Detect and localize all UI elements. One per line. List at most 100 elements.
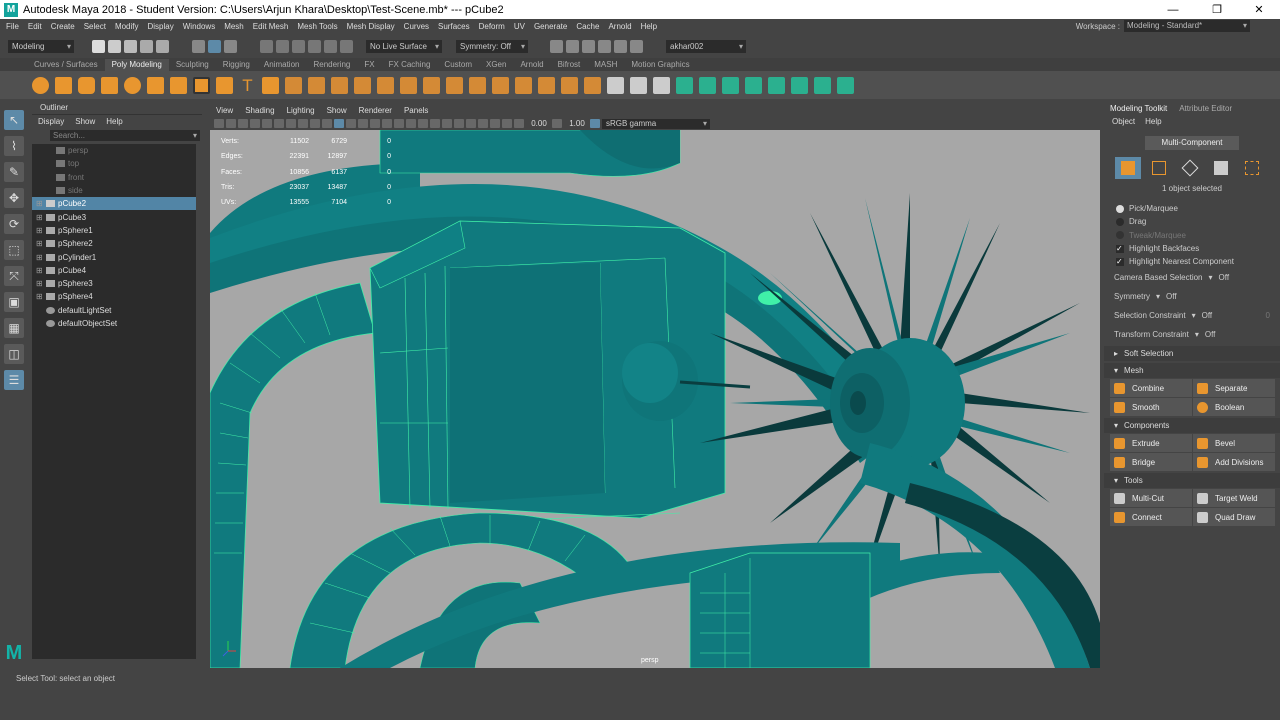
outliner-search-input[interactable]: Search... (50, 130, 200, 141)
expand-icon[interactable]: ⊞ (36, 292, 46, 301)
pause-icon[interactable] (630, 39, 643, 53)
menu-display[interactable]: Display (148, 22, 174, 31)
film-gate-icon[interactable] (274, 119, 284, 128)
uv-cylindrical-icon[interactable] (699, 76, 716, 94)
exposure-value[interactable]: 0.00 (526, 119, 552, 128)
shelf-tab-arnold[interactable]: Arnold (513, 59, 550, 71)
menu-uv[interactable]: UV (514, 22, 525, 31)
texture-paint-icon[interactable] (837, 76, 854, 94)
boolean-button[interactable]: Boolean (1193, 398, 1275, 417)
menu-surfaces[interactable]: Surfaces (438, 22, 470, 31)
menu-select[interactable]: Select (84, 22, 106, 31)
outliner-item-pcube4[interactable]: ⊞ pCube4 (32, 264, 196, 277)
reduce-icon[interactable] (400, 76, 417, 94)
outliner-item-psphere4[interactable]: ⊞ pSphere4 (32, 290, 196, 303)
show-manipulator-icon[interactable]: ⤧ (4, 266, 24, 286)
outliner-menu-show[interactable]: Show (75, 117, 95, 126)
textured-icon[interactable] (382, 119, 392, 128)
shelf-tab-mash[interactable]: MASH (587, 59, 624, 71)
snap-grid-icon[interactable] (260, 39, 273, 53)
shelf-tab-sculpting[interactable]: Sculpting (169, 59, 216, 71)
combine-button[interactable]: Combine (1110, 379, 1192, 398)
highlight-nearest-checkbox[interactable]: ✓ Highlight Nearest Component (1104, 255, 1280, 268)
outliner-menu-display[interactable]: Display (38, 117, 64, 126)
view-transform-dropdown[interactable]: sRGB gamma (602, 118, 710, 129)
snap-view-icon[interactable] (308, 39, 321, 53)
paint-select-tool-icon[interactable]: ✎ (4, 162, 24, 182)
mesh-section[interactable]: ▾ Mesh (1104, 363, 1280, 379)
wireframe-icon[interactable] (334, 119, 344, 128)
image-plane-icon[interactable] (250, 119, 260, 128)
combine-icon[interactable] (285, 76, 302, 94)
menuset-dropdown[interactable]: Modeling (8, 39, 74, 53)
edge-mode-icon[interactable] (1177, 157, 1203, 179)
undo-icon[interactable] (140, 39, 153, 53)
extract-icon[interactable] (331, 76, 348, 94)
poly-torus-icon[interactable] (124, 76, 141, 94)
four-view-layout-icon[interactable]: ▦ (4, 318, 24, 338)
safe-action-icon[interactable] (322, 119, 332, 128)
live-surface-dropdown[interactable]: No Live Surface (366, 39, 442, 53)
resolution-gate-icon[interactable] (286, 119, 296, 128)
select-object-icon[interactable] (208, 39, 221, 53)
outliner-item-psphere2[interactable]: ⊞ pSphere2 (32, 237, 196, 250)
smooth-button[interactable]: Smooth (1110, 398, 1192, 417)
components-section[interactable]: ▾ Components (1104, 418, 1280, 434)
viewport-menu-shading[interactable]: Shading (245, 106, 274, 115)
target-weld-icon[interactable] (584, 76, 601, 94)
bevel-icon[interactable] (492, 76, 509, 94)
menu-generate[interactable]: Generate (534, 22, 567, 31)
minimize-button[interactable]: — (1152, 0, 1194, 19)
svg-icon[interactable] (262, 76, 279, 94)
soft-selection-section[interactable]: ▸ Soft Selection (1104, 346, 1280, 362)
expand-icon[interactable]: ⊞ (36, 199, 46, 208)
expand-icon[interactable]: ⊞ (36, 226, 46, 235)
two-view-layout-icon[interactable]: ◫ (4, 344, 24, 364)
menu-cache[interactable]: Cache (576, 22, 599, 31)
select-camera-icon[interactable] (214, 119, 224, 128)
bridge-icon[interactable] (446, 76, 463, 94)
append-poly-icon[interactable] (538, 76, 555, 94)
menu-mesh-tools[interactable]: Mesh Tools (297, 22, 337, 31)
bevel-button[interactable]: Bevel (1193, 434, 1275, 453)
smooth-shade-icon[interactable] (346, 119, 356, 128)
shelf-tab-rendering[interactable]: Rendering (306, 59, 357, 71)
poly-plane-icon[interactable] (147, 76, 164, 94)
user-account-dropdown[interactable]: akhar002 (666, 39, 746, 53)
menu-create[interactable]: Create (51, 22, 75, 31)
shelf-tab-bifrost[interactable]: Bifrost (551, 59, 588, 71)
boolean-icon[interactable] (354, 76, 371, 94)
viewport-menu-view[interactable]: View (216, 106, 233, 115)
menu-deform[interactable]: Deform (479, 22, 505, 31)
slide-edge-icon[interactable] (653, 76, 670, 94)
select-tool-icon[interactable]: ↖ (4, 110, 24, 130)
menu-help[interactable]: Help (641, 22, 657, 31)
ipr-render-icon[interactable] (582, 39, 595, 53)
outliner-layout-icon[interactable]: ☰ (4, 370, 24, 390)
poly-cube-icon[interactable] (55, 76, 72, 94)
wireframe-on-shaded-icon[interactable] (370, 119, 380, 128)
shelf-tab-rigging[interactable]: Rigging (216, 59, 257, 71)
rotate-tool-icon[interactable]: ⟳ (4, 214, 24, 234)
multi-cut-button[interactable]: Multi-Cut (1110, 489, 1192, 508)
viewport-menu-show[interactable]: Show (327, 106, 347, 115)
motion-blur-icon[interactable] (430, 119, 440, 128)
tools-section[interactable]: ▾ Tools (1104, 473, 1280, 489)
insert-edge-loop-icon[interactable] (607, 76, 624, 94)
scale-tool-icon[interactable]: ⬚ (4, 240, 24, 260)
uv-auto-icon[interactable] (745, 76, 762, 94)
gamma-icon[interactable] (552, 119, 562, 128)
tab-attribute-editor[interactable]: Attribute Editor (1173, 103, 1238, 115)
vertex-mode-icon[interactable] (1146, 157, 1172, 179)
layout-uvs-icon[interactable] (814, 76, 831, 94)
expand-icon[interactable]: ⊞ (36, 279, 46, 288)
poly-sphere-icon[interactable] (32, 76, 49, 94)
render-frame-icon[interactable] (566, 39, 579, 53)
tab-modeling-toolkit[interactable]: Modeling Toolkit (1104, 103, 1173, 115)
color-management-icon[interactable] (590, 119, 600, 128)
viewport-menu-panels[interactable]: Panels (404, 106, 428, 115)
workspace-dropdown[interactable]: Modeling - Standard* (1124, 20, 1250, 32)
shelf-tab-curves-surfaces[interactable]: Curves / Surfaces (27, 59, 105, 71)
face-mode-icon[interactable] (1208, 157, 1234, 179)
shelf-tab-motion-graphics[interactable]: Motion Graphics (624, 59, 696, 71)
